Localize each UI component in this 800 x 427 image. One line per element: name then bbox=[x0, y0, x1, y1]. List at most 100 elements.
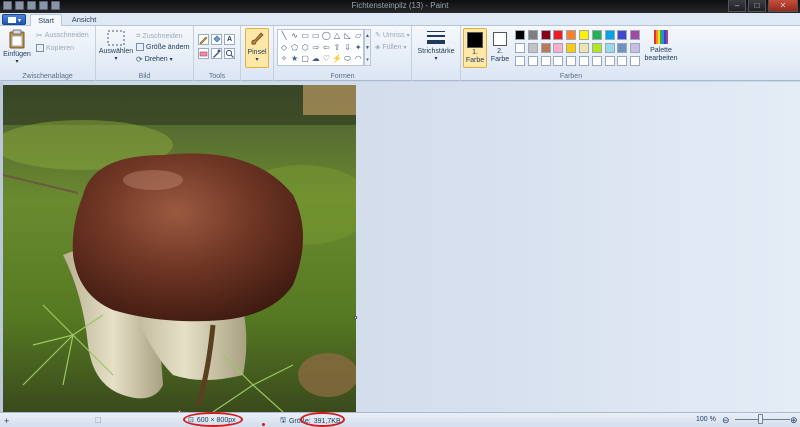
palette-swatch[interactable] bbox=[579, 30, 589, 40]
palette-swatch[interactable] bbox=[515, 43, 525, 53]
palette-swatch[interactable] bbox=[540, 43, 551, 53]
close-button[interactable]: ✕ bbox=[768, 0, 798, 12]
shape-item[interactable]: ☁ bbox=[311, 54, 321, 63]
rainbow-palette-icon bbox=[654, 30, 668, 44]
shape-item[interactable]: ▢ bbox=[300, 54, 310, 63]
paste-button[interactable]: Einfügen ▾ bbox=[3, 29, 31, 65]
pencil-icon[interactable] bbox=[198, 34, 209, 45]
palette-swatch[interactable] bbox=[527, 56, 538, 66]
shape-item[interactable]: ◺ bbox=[343, 31, 353, 40]
tab-start[interactable]: Start bbox=[30, 14, 62, 26]
fill-bucket-icon[interactable] bbox=[211, 34, 222, 45]
edit-palette-button[interactable]: Palette bearbeiten bbox=[643, 29, 679, 63]
color-picker-icon[interactable] bbox=[211, 48, 222, 59]
shape-item[interactable]: ✦ bbox=[353, 43, 363, 52]
palette-swatch[interactable] bbox=[540, 56, 551, 66]
group-bild: Auswählen ▾ ⌗ Zuschneiden Größe ändern ⟳… bbox=[96, 26, 194, 81]
palette-swatch[interactable] bbox=[591, 56, 602, 66]
crop-button[interactable]: ⌗ Zuschneiden bbox=[136, 31, 183, 41]
line-width-button[interactable]: Strichstärke ▾ bbox=[414, 30, 458, 62]
rotate-button[interactable]: ⟳ Drehen ▾ bbox=[136, 55, 173, 64]
group-formen: ▲ ▼ ▾ ✎ Umriss ▾ ◈ Füllen ▾ Formen ╲ ∿ ▭ ▭ ◯ △ ◺… bbox=[274, 26, 412, 81]
minimize-button[interactable]: – bbox=[728, 0, 746, 12]
palette-swatch[interactable] bbox=[527, 43, 538, 53]
palette-swatch[interactable] bbox=[630, 56, 641, 66]
paint-menu-button[interactable]: ▾ bbox=[2, 14, 26, 25]
copy-button[interactable]: Kopieren bbox=[36, 44, 74, 52]
shape-item[interactable]: ▭ bbox=[311, 31, 321, 40]
palette-swatch[interactable] bbox=[540, 30, 551, 40]
shape-item[interactable]: ◠ bbox=[353, 54, 363, 63]
shape-item[interactable]: ◯ bbox=[321, 31, 331, 40]
annotation-oval-dimensions bbox=[183, 412, 243, 427]
fill-button[interactable]: ◈ Füllen ▾ bbox=[375, 43, 407, 52]
shapes-gallery-scroll[interactable]: ▲ ▼ ▾ bbox=[364, 29, 371, 66]
palette-swatch[interactable] bbox=[617, 56, 628, 66]
palette-swatch[interactable] bbox=[591, 43, 602, 53]
text-tool-icon[interactable]: A bbox=[224, 34, 235, 45]
palette-swatch[interactable] bbox=[566, 30, 577, 40]
palette-swatch[interactable] bbox=[527, 30, 538, 40]
brushes-button[interactable]: Pinsel ▾ bbox=[245, 28, 269, 68]
shape-item[interactable]: ◇ bbox=[279, 43, 289, 52]
magnifier-icon[interactable] bbox=[224, 48, 235, 59]
canvas-image[interactable] bbox=[3, 85, 356, 412]
palette-swatch[interactable] bbox=[617, 30, 628, 40]
color1-label: 1. Farbe bbox=[465, 49, 485, 64]
zoom-slider-thumb[interactable] bbox=[758, 414, 763, 424]
palette-swatch[interactable] bbox=[591, 30, 602, 40]
annotation-oval-size bbox=[300, 412, 345, 427]
shape-item[interactable]: ╲ bbox=[279, 31, 289, 40]
zoom-out-button[interactable]: ⊖ bbox=[722, 415, 730, 426]
palette-swatch[interactable] bbox=[604, 30, 615, 40]
palette-swatch[interactable] bbox=[553, 56, 564, 66]
resize-label: Größe ändern bbox=[146, 43, 190, 51]
palette-swatch[interactable] bbox=[579, 56, 589, 66]
shape-item[interactable]: ⇧ bbox=[332, 43, 342, 52]
outline-icon: ✎ bbox=[375, 32, 381, 39]
shape-item[interactable]: ♡ bbox=[321, 54, 331, 63]
shape-item[interactable]: ∿ bbox=[290, 31, 300, 40]
rotate-icon: ⟳ bbox=[136, 55, 143, 64]
color2-button[interactable]: 2. Farbe bbox=[489, 28, 511, 68]
palette-swatch[interactable] bbox=[630, 43, 641, 53]
shape-item[interactable]: ✧ bbox=[279, 54, 289, 63]
shape-item[interactable]: ⚡ bbox=[332, 54, 342, 63]
shape-item[interactable]: ⬠ bbox=[290, 43, 300, 52]
palette-swatch[interactable] bbox=[604, 43, 615, 53]
chevron-down-icon: ▾ bbox=[403, 44, 407, 51]
shape-item[interactable]: ⇩ bbox=[343, 43, 353, 52]
zoom-in-button[interactable]: ⊕ bbox=[790, 415, 798, 426]
annotation-dot bbox=[262, 423, 265, 426]
color1-button[interactable]: 1. Farbe bbox=[463, 28, 487, 68]
palette-swatch[interactable] bbox=[630, 30, 641, 40]
palette-swatch[interactable] bbox=[566, 43, 577, 53]
outline-button[interactable]: ✎ Umriss ▾ bbox=[375, 31, 410, 40]
palette-swatch[interactable] bbox=[617, 43, 628, 53]
resize-handle-right[interactable] bbox=[354, 316, 357, 319]
shape-item[interactable]: ⬡ bbox=[300, 43, 310, 52]
resize-button[interactable]: Größe ändern bbox=[136, 43, 190, 51]
palette-swatch[interactable] bbox=[515, 56, 525, 66]
brushes-label: Pinsel bbox=[247, 49, 267, 56]
tab-ansicht[interactable]: Ansicht bbox=[66, 14, 102, 26]
maximize-button[interactable]: □ bbox=[748, 0, 766, 12]
mushroom-photo bbox=[3, 85, 356, 412]
palette-swatch[interactable] bbox=[566, 56, 577, 66]
palette-swatch[interactable] bbox=[579, 43, 589, 53]
palette-swatch[interactable] bbox=[553, 30, 564, 40]
palette-swatch[interactable] bbox=[604, 56, 615, 66]
shape-item[interactable]: △ bbox=[332, 31, 342, 40]
shape-item[interactable]: ⬭ bbox=[343, 54, 353, 63]
palette-swatch[interactable] bbox=[553, 43, 564, 53]
eraser-icon[interactable] bbox=[198, 48, 209, 59]
cut-button[interactable]: ✂ Ausschneiden bbox=[36, 31, 89, 40]
group-strichstaerke: Strichstärke ▾ bbox=[412, 26, 461, 81]
select-button[interactable]: Auswählen ▾ bbox=[98, 30, 134, 62]
palette-swatch[interactable] bbox=[515, 30, 525, 40]
shape-item[interactable]: ▱ bbox=[353, 31, 363, 40]
shape-item[interactable]: ★ bbox=[290, 54, 300, 63]
shape-item[interactable]: ⇦ bbox=[321, 43, 331, 52]
shape-item[interactable]: ▭ bbox=[300, 31, 310, 40]
shape-item[interactable]: ⇨ bbox=[311, 43, 321, 52]
